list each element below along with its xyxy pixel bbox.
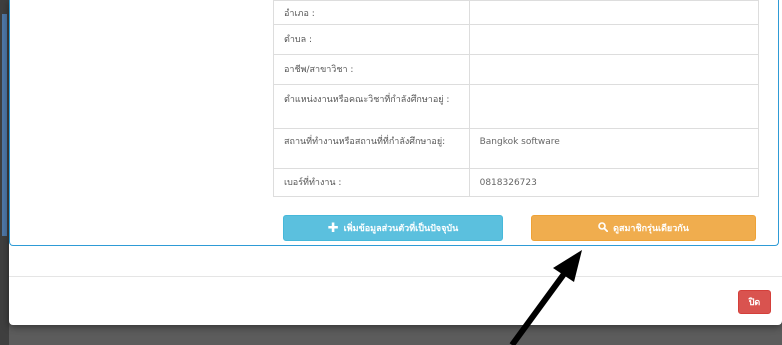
annotation-arrow — [509, 250, 582, 345]
arrow-shaft — [509, 261, 575, 345]
arrow-head — [553, 250, 582, 282]
